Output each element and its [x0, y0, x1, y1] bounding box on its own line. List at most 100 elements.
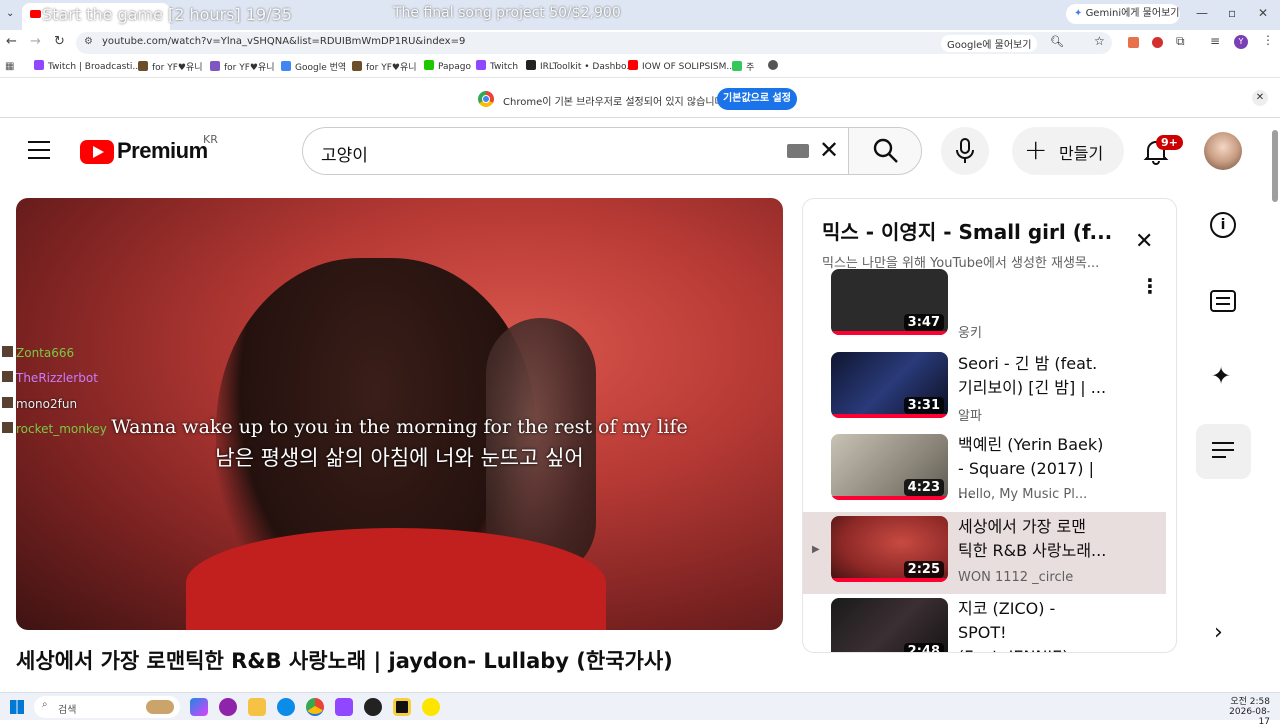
create-button[interactable]: + 만들기	[1012, 127, 1124, 175]
windows-start-icon[interactable]	[10, 700, 24, 714]
keyboard-icon[interactable]	[787, 144, 809, 158]
gemini-button[interactable]: ✦ Gemini에게 물어보기	[1066, 4, 1180, 24]
playlist-item-title[interactable]: 지코 (ZICO) - SPOT! (Feat. JENNIE) [가...	[958, 597, 1108, 652]
bookmark-label: IRLToolkit • Dashbo...	[540, 62, 635, 72]
tab-list-chevron-icon[interactable]: ⌄	[6, 8, 14, 19]
stream-chat-overlay: Zonta666 TheRizzlerbot mono2fun rocket_m…	[2, 346, 162, 446]
playlist-item-title-line: 지코 (ZICO) - SPOT!	[958, 599, 1056, 642]
apps-grid-icon[interactable]: ▦	[5, 61, 14, 72]
bookmark-item[interactable]: 주	[732, 60, 754, 73]
twitch-app-icon[interactable]	[335, 698, 353, 716]
bookmark-item[interactable]: Twitch | Broadcasti...	[34, 60, 141, 72]
file-explorer-icon[interactable]	[248, 698, 266, 716]
youtube-favicon	[30, 10, 41, 18]
bookmark-item[interactable]: IRLToolkit • Dashbo...	[526, 60, 635, 72]
taskbar-search-placeholder: 검색	[58, 705, 77, 716]
next-chevron-icon[interactable]: ›	[1214, 620, 1223, 645]
back-icon[interactable]: ←	[6, 34, 17, 49]
chat-message: TheRizzlerbot	[2, 371, 98, 385]
bookmark-star-icon[interactable]: ☆	[1094, 34, 1105, 48]
playlist-panel-header-mask	[803, 199, 1176, 317]
obs-icon[interactable]	[364, 698, 382, 716]
playlist-queue-button[interactable]	[1196, 424, 1251, 479]
search-highlight-icon	[146, 700, 174, 714]
chrome-menu-icon[interactable]: ⋮	[1262, 33, 1274, 47]
search-input[interactable]: 고양이 ✕	[302, 127, 850, 175]
bookmark-item[interactable]: Twitch	[476, 60, 518, 72]
extension-icon-2[interactable]	[1152, 37, 1163, 48]
page-scrollbar[interactable]	[1272, 130, 1278, 202]
playlist-item-title-line: 기리보이) [긴 밤] | ...	[958, 378, 1107, 397]
bookmarks-bar: ▦ Twitch | Broadcasti... for YF♥유니 for Y…	[0, 56, 1280, 78]
search-icon: ⌕	[42, 699, 48, 710]
profile-avatar[interactable]: Y	[1234, 35, 1248, 49]
comments-icon[interactable]	[1210, 290, 1236, 312]
infobar-close-icon[interactable]: ✕	[1252, 90, 1268, 106]
playlist-item-title[interactable]: Seori - 긴 밤 (feat. 기리보이) [긴 밤] | ...	[958, 352, 1108, 400]
playlist-item-thumbnail[interactable]: 3:31	[831, 352, 948, 418]
youtube-logo-icon[interactable]	[80, 140, 114, 164]
copilot-icon[interactable]	[190, 698, 208, 716]
reading-list-icon[interactable]: ≡	[1210, 34, 1220, 48]
bookmark-item[interactable]: IOW OF SOLIPSISM...	[628, 60, 735, 72]
papago-icon	[424, 60, 434, 70]
chat-message: Zonta666	[2, 346, 74, 360]
youtube-premium-logo[interactable]: Premium	[117, 138, 208, 164]
search-input-value[interactable]: 고양이	[321, 141, 368, 166]
extension-icon-1[interactable]	[1128, 37, 1139, 48]
reload-icon[interactable]: ↻	[54, 34, 65, 49]
site-info-icon[interactable]: ⚙	[84, 36, 93, 47]
chrome-icon[interactable]	[306, 698, 324, 716]
set-default-button[interactable]: 기본값으로 설정	[717, 88, 797, 110]
zoom-icon[interactable]: 🔍︎	[1050, 35, 1064, 48]
bookmark-item[interactable]: for YF♥유니	[138, 60, 203, 73]
bookmark-item[interactable]: for YF♥유니	[352, 60, 417, 73]
info-icon[interactable]: i	[1210, 212, 1236, 238]
url-text[interactable]: youtube.com/watch?v=Ylna_vSHQNA&list=RDU…	[102, 36, 465, 47]
taskbar-search[interactable]: ⌕ 검색	[34, 696, 180, 718]
playlist-item-thumbnail[interactable]: 2:48	[831, 598, 948, 652]
maximize-icon[interactable]: ▫	[1228, 6, 1236, 20]
kakaotalk-icon[interactable]	[422, 698, 440, 716]
forward-icon[interactable]: →	[30, 34, 41, 49]
account-avatar[interactable]	[1204, 132, 1242, 170]
bookmark-item[interactable]: Google 번역	[281, 60, 346, 73]
taskbar-time[interactable]: 오전 2:58	[1222, 694, 1270, 707]
bookmark-label: for YF♥유니	[366, 63, 417, 73]
playlist-item-channel: Hello, My Music Pl...	[958, 487, 1088, 502]
ask-ai-sparkle-icon[interactable]: ✦	[1211, 362, 1231, 390]
minimize-icon[interactable]: —	[1196, 6, 1208, 20]
bookmark-favicon	[352, 61, 362, 71]
ask-google-button[interactable]: Google에 물어보기	[941, 35, 1038, 52]
now-playing-icon: ▶	[812, 544, 820, 555]
chat-username: mono2fun	[16, 397, 78, 411]
playlist-item-title-line: 백예린 (Yerin Baek)	[958, 435, 1104, 454]
bookmark-label: for YF♥유니	[224, 63, 275, 73]
chat-username: Zonta666	[16, 346, 75, 360]
close-window-icon[interactable]: ✕	[1258, 6, 1268, 20]
address-bar[interactable]: ⚙ youtube.com/watch?v=Ylna_vSHQNA&list=R…	[76, 32, 1112, 54]
extensions-puzzle-icon[interactable]: ⧉	[1176, 34, 1185, 49]
hamburger-menu-icon[interactable]	[28, 140, 50, 159]
edge-icon[interactable]	[277, 698, 295, 716]
bookmark-item[interactable]	[768, 60, 782, 72]
playlist-item-title[interactable]: 세상에서 가장 로맨 틱한 R&B 사랑노래...	[958, 515, 1108, 563]
search-button[interactable]	[848, 127, 922, 175]
infobar-message: Chrome이 기본 브라우저로 설정되어 있지 않습니다	[503, 97, 724, 108]
youtube-favicon	[628, 60, 638, 70]
default-browser-infobar: Chrome이 기본 브라우저로 설정되어 있지 않습니다 기본값으로 설정 ✕	[0, 80, 1280, 118]
watched-progress-bar	[831, 331, 948, 335]
voice-search-button[interactable]	[941, 127, 989, 175]
stream-overlay-goal-center: The final song project 50/$2,900	[393, 5, 621, 21]
taskbar-date[interactable]: 2026-08-17	[1218, 707, 1270, 727]
playlist-item-thumbnail[interactable]: 4:23	[831, 434, 948, 500]
taskbar-search-app-icon[interactable]	[219, 698, 237, 716]
plus-icon: +	[1024, 133, 1048, 166]
watched-progress-bar	[831, 496, 948, 500]
taskbar-app-icon[interactable]	[393, 698, 411, 716]
chat-emote-icon	[2, 397, 13, 408]
clear-search-icon[interactable]: ✕	[819, 136, 839, 164]
bookmark-item[interactable]: Papago	[424, 60, 471, 72]
bookmark-item[interactable]: for YF♥유니	[210, 60, 275, 73]
playlist-item-thumbnail[interactable]: 2:25	[831, 516, 948, 582]
